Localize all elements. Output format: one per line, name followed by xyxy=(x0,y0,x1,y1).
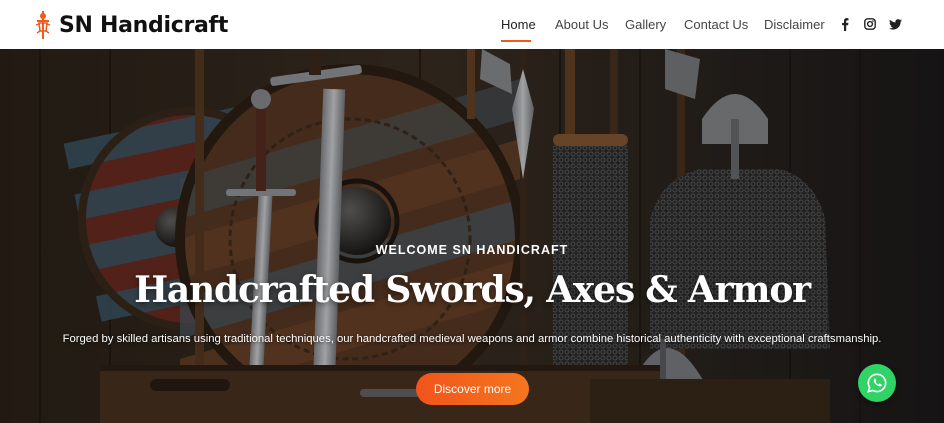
nav-gallery[interactable]: Gallery xyxy=(625,17,666,32)
nav-disclaimer[interactable]: Disclaimer xyxy=(764,17,825,32)
hero-banner: WELCOME SN HANDICRAFT Handcrafted Swords… xyxy=(0,49,944,423)
nav-about-us[interactable]: About Us xyxy=(555,17,608,32)
hero-content: WELCOME SN HANDICRAFT Handcrafted Swords… xyxy=(0,49,944,423)
nav-home[interactable]: Home xyxy=(501,17,536,32)
whatsapp-icon[interactable] xyxy=(858,364,896,402)
site-header: SN Handicraft Home About Us Gallery Cont… xyxy=(0,0,944,49)
hero-subtext: Forged by skilled artisans using traditi… xyxy=(62,333,882,345)
active-nav-indicator xyxy=(501,40,531,42)
instagram-icon[interactable] xyxy=(863,17,877,31)
hero-headline: Handcrafted Swords, Axes & Armor xyxy=(134,269,811,311)
facebook-icon[interactable] xyxy=(838,17,852,31)
hero-eyebrow: WELCOME SN HANDICRAFT xyxy=(375,243,569,257)
main-nav: Home About Us Gallery Contact Us Disclai… xyxy=(0,0,944,49)
discover-more-button[interactable]: Discover more xyxy=(416,373,529,405)
twitter-icon[interactable] xyxy=(888,17,902,31)
nav-contact-us[interactable]: Contact Us xyxy=(684,17,748,32)
